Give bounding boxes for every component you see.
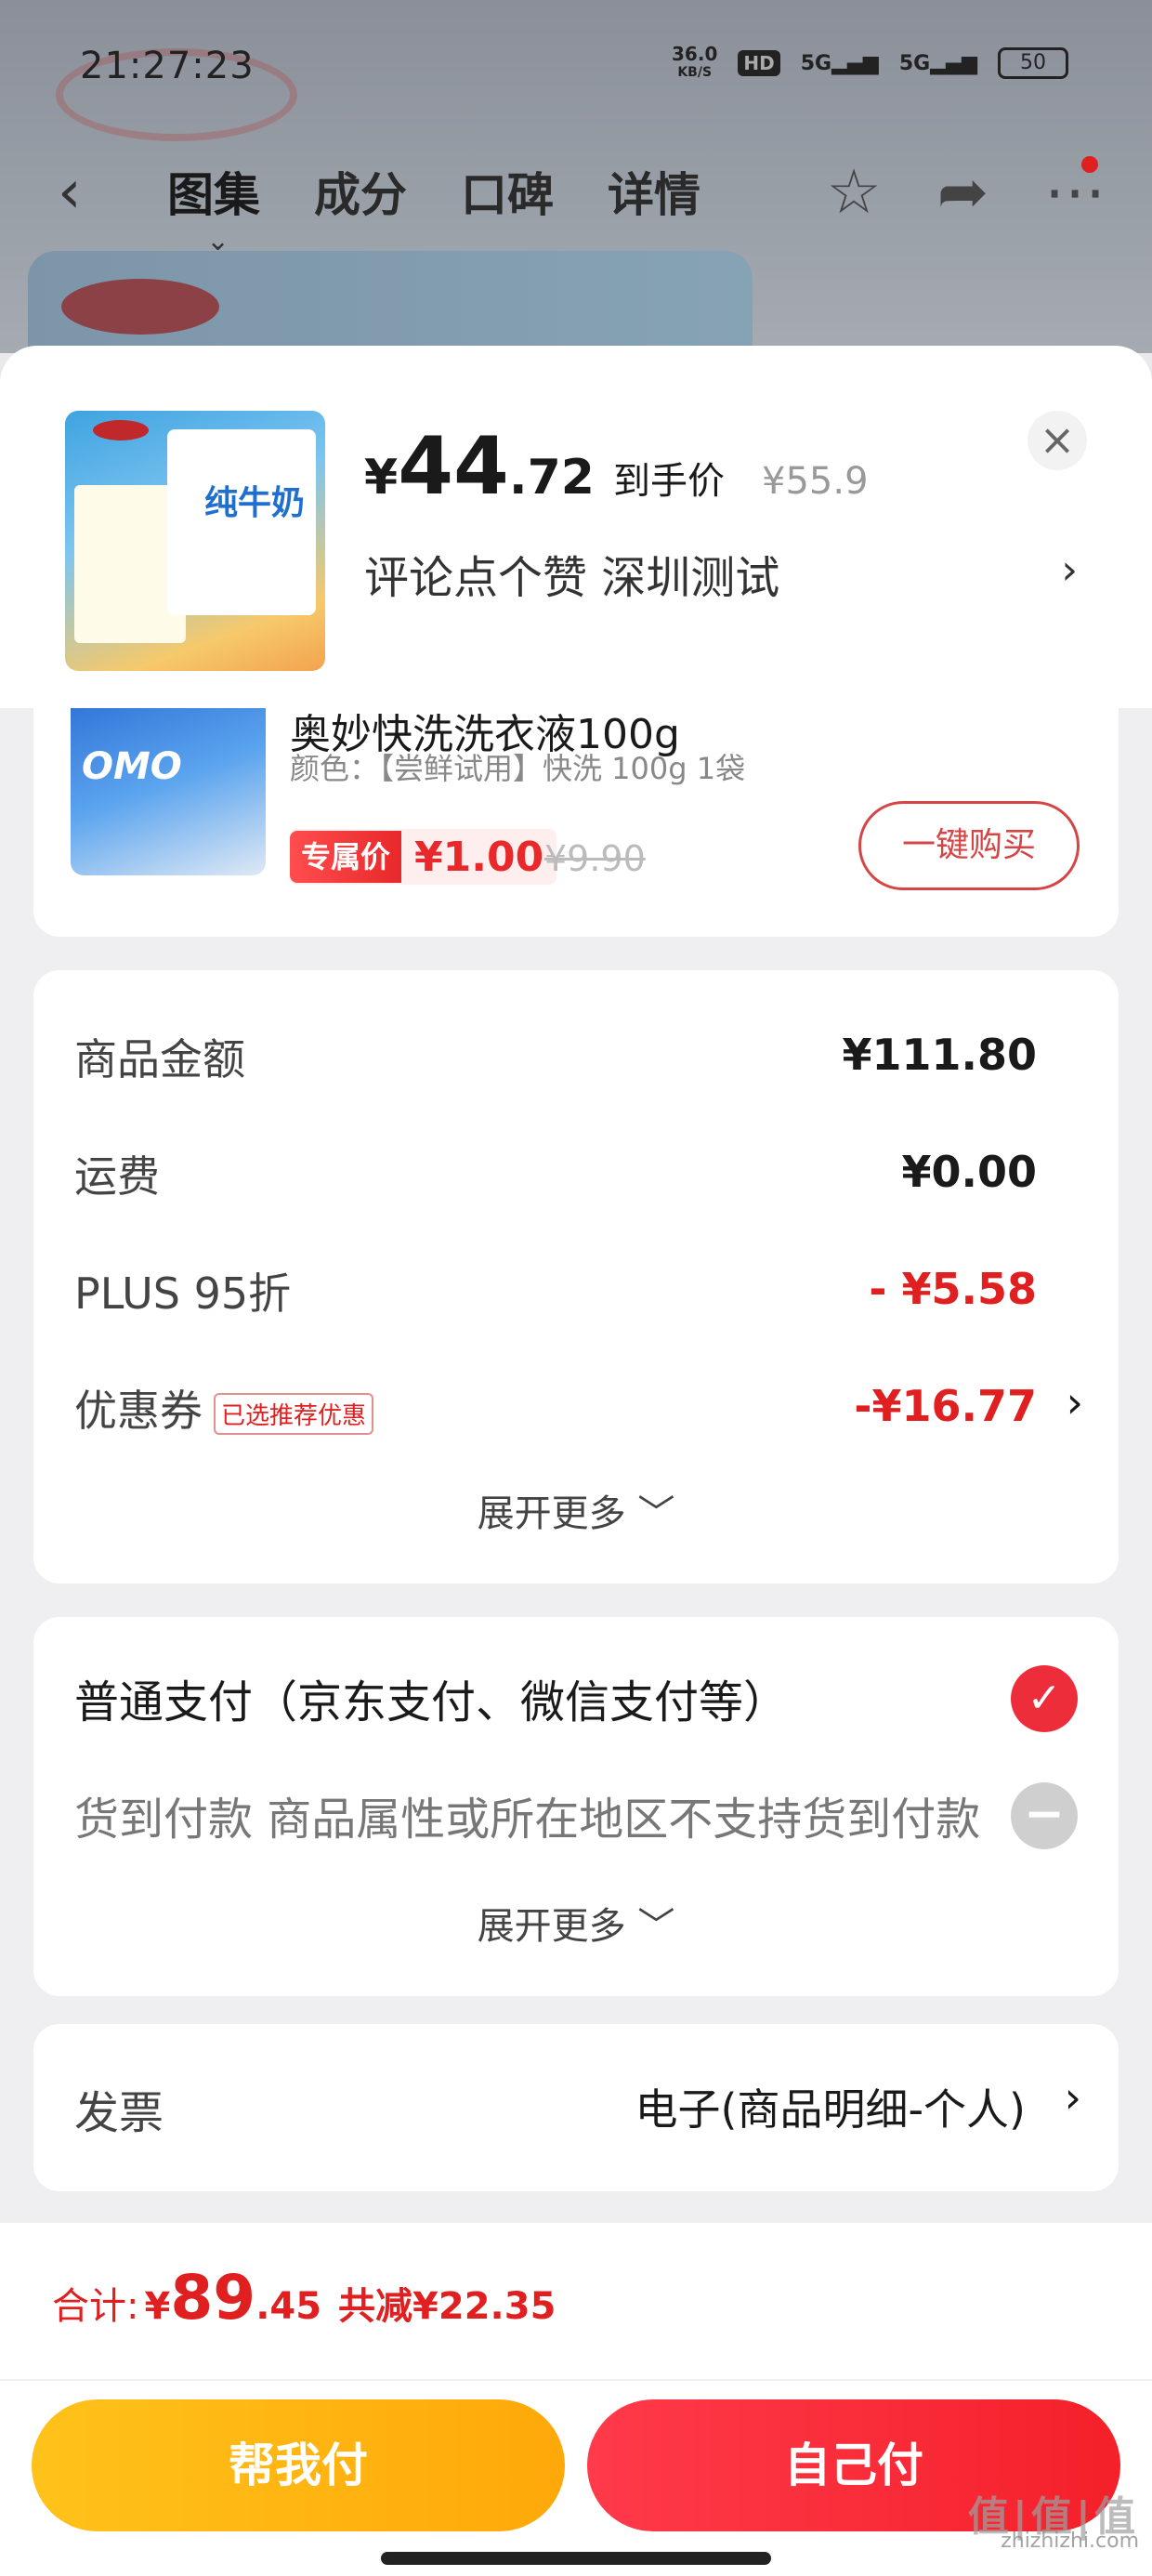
gift-price-value: ¥1.00 [414,833,544,881]
signal-icon: 5G▂▄▆ [800,51,879,75]
gift-price-tag: 专属价 [290,831,402,883]
amount-row-coupon[interactable]: 优惠券 已选推荐优惠 -¥16.77 › [74,1377,1083,1452]
nav-tabs: 图集 成分 口碑 详情 [167,158,700,225]
invoice-card[interactable]: 发票 电子(商品明细-个人) › [33,2024,1119,2191]
total-savings: 共减¥22.35 [338,2285,556,2328]
one-click-buy-button[interactable]: 一键购买 [858,801,1080,890]
payment-option-cod: 货到付款 商品属性或所在地区不支持货到付款 − [74,1782,1078,1857]
watermark: 值|值|值 zhizhizhi.com [967,2493,1139,2554]
nav-bar: ‹ 图集 成分 口碑 详情 ⌄ ☆ ➦ ⋯ [0,139,1152,257]
hd-icon: HD [738,50,780,76]
tab-details[interactable]: 详情 [608,158,700,225]
amount-summary-card: 商品金额 ¥111.80 运费 ¥0.00 PLUS 95折 - ¥5.58 优… [33,970,1119,1584]
close-icon: × [1039,414,1076,465]
invoice-value: 电子(商品明细-个人) [635,2084,1027,2135]
divider [0,2379,1152,2381]
tab-gallery[interactable]: 图集 [167,158,260,225]
thumb-brand-logo [93,420,149,440]
chevron-right-icon[interactable]: › [1065,2072,1081,2123]
nav-actions: ☆ ➦ ⋯ [827,156,1106,228]
background-product-page: 21:27:23 36.0 KB/S HD 5G▂▄▆ 5G▂▄▆ 50 ‹ 图… [0,0,1152,353]
banner-logo-bg [61,279,219,335]
tab-reviews[interactable]: 口碑 [461,158,554,225]
help-me-pay-button[interactable]: 帮我付 [32,2399,565,2531]
expand-more-payment[interactable]: 展开更多 ﹀ [33,1896,1119,1950]
chevron-right-icon[interactable]: › [1061,546,1078,594]
gift-item-card: OMO 奥妙快洗洗衣液100g 颜色：【尝鲜试用】快洗 100g 1袋 专属价 … [33,708,1119,937]
total-row: 合计: ¥ 89 .45 共减¥22.35 [52,2262,556,2333]
gift-thumbnail: OMO [71,708,266,875]
invoice-label: 发票 [74,2087,164,2139]
amount-row-plus-discount: PLUS 95折 - ¥5.58 [74,1264,1037,1319]
coupon-badge: 已选推荐优惠 [214,1393,374,1435]
check-icon[interactable]: ✓ [1011,1665,1078,1732]
chevron-right-icon[interactable]: › [1067,1377,1083,1427]
net-speed: 36.0 KB/S [672,43,718,80]
back-icon[interactable]: ‹ [58,158,82,227]
price-row: ¥44.72 到手价 ¥55.9 [364,420,869,513]
payment-method-card: 普通支付（京东支付、微信支付等） ✓ 货到付款 商品属性或所在地区不支持货到付款… [33,1617,1119,1996]
tab-ingredients[interactable]: 成分 [314,158,407,225]
close-button[interactable]: × [1028,411,1087,470]
home-indicator[interactable] [381,2552,771,2565]
disabled-icon: − [1011,1782,1078,1849]
expand-more-amounts[interactable]: 展开更多 ﹀ [33,1483,1119,1537]
status-icons: 36.0 KB/S HD 5G▂▄▆ 5G▂▄▆ 50 [672,45,1068,82]
signal-icon-2: 5G▂▄▆ [898,51,977,75]
gift-price: 专属价 ¥1.00 [290,829,557,885]
checkout-sheet: 纯牛奶 ¥44.72 到手价 ¥55.9 × 评论点个赞 深圳测试 › OMO … [0,346,1152,2576]
gift-brand: OMO [82,745,182,788]
sheet-header: 纯牛奶 ¥44.72 到手价 ¥55.9 × 评论点个赞 深圳测试 › [0,346,1152,708]
thumb-product-name: 纯牛奶 [204,484,306,522]
final-price-tag: 到手价 [613,460,725,503]
payment-option-normal[interactable]: 普通支付（京东支付、微信支付等） ✓ [74,1665,1078,1740]
final-price: ¥44.72 [364,420,595,513]
amount-row-shipping: 运费 ¥0.00 [74,1147,1037,1202]
star-icon[interactable]: ☆ [827,156,882,228]
gift-spec: 颜色：【尝鲜试用】快洗 100g 1袋 [290,751,746,786]
original-price: ¥55.9 [762,460,869,503]
amount-row-subtotal: 商品金额 ¥111.80 [74,1030,1037,1084]
notification-dot [1081,156,1098,173]
battery-icon: 50 [998,47,1068,79]
status-time: 21:27:23 [80,45,255,87]
status-bar: 21:27:23 36.0 KB/S HD 5G▂▄▆ 5G▂▄▆ 50 [0,37,1152,102]
share-icon[interactable]: ➦ [937,156,988,228]
gift-original-price: ¥9.90 [544,838,646,879]
product-thumbnail: 纯牛奶 [65,411,325,671]
address-row[interactable]: 评论点个赞 深圳测试 [364,541,779,606]
